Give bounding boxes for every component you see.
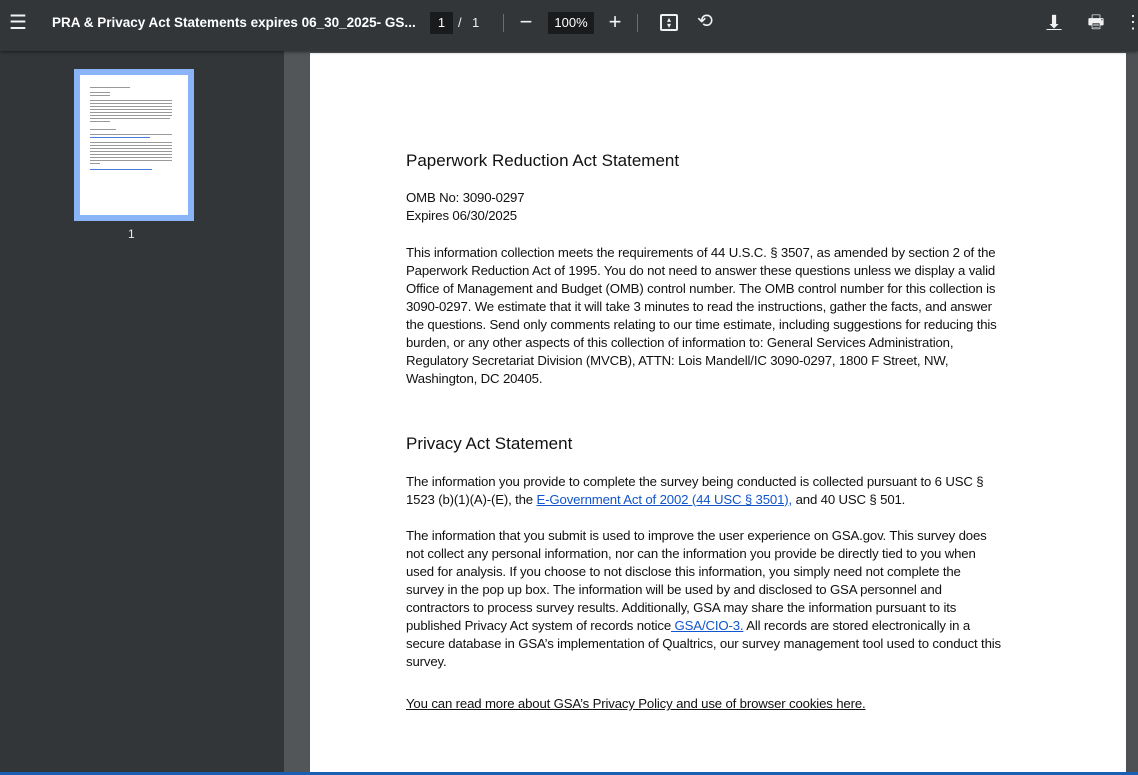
heading-privacy: Privacy Act Statement [406,434,573,453]
document-title: PRA & Privacy Act Statements expires 06_… [52,15,416,30]
zoom-out-icon[interactable]: − [516,10,536,34]
expiration-date: Expires 06/30/2025 [406,208,517,223]
thumbnail-page-number: 1 [128,227,135,241]
privacy-paragraph-2: The information that you submit is used … [406,528,1001,669]
rotate-icon[interactable]: ⟲ [694,11,716,33]
e-government-act-link[interactable]: E-Government Act of 2002 (44 USC § 3501)… [537,492,793,507]
total-pages: 1 [472,15,480,30]
print-icon[interactable]: 🖶 [1085,11,1107,33]
gsa-cio-3-link[interactable]: GSA/CIO-3. [671,618,744,633]
privacy-paragraph-1: The information you provide to complete … [406,474,984,507]
pra-paragraph: This information collection meets the re… [406,245,997,386]
heading-pra: Paperwork Reduction Act Statement [406,151,680,170]
divider [637,14,638,32]
more-options-icon[interactable]: ⋮ [1124,11,1138,33]
page-number-input[interactable]: 1 [430,12,453,34]
page-separator: / [458,15,462,30]
download-icon[interactable]: ⬇ [1044,11,1064,33]
scrollbar[interactable] [1126,51,1138,775]
privacy-policy-link[interactable]: You can read more about GSA’s Privacy Po… [406,695,866,713]
thumbnail-sidebar: 1 [0,51,284,775]
pdf-page: Paperwork Reduction Act Statement OMB No… [310,53,1126,773]
omb-number: OMB No: 3090-0297 [406,190,525,205]
zoom-level-input[interactable]: 100% [548,12,594,34]
menu-icon[interactable]: ☰ [8,12,28,34]
pdf-toolbar: ☰ PRA & Privacy Act Statements expires 0… [0,0,1138,51]
page-thumbnail[interactable] [74,69,194,221]
divider [503,14,504,32]
zoom-in-icon[interactable]: + [605,10,625,34]
fit-to-page-icon[interactable]: ▴ ▾ [660,14,678,31]
sidebar-gutter [284,51,310,775]
